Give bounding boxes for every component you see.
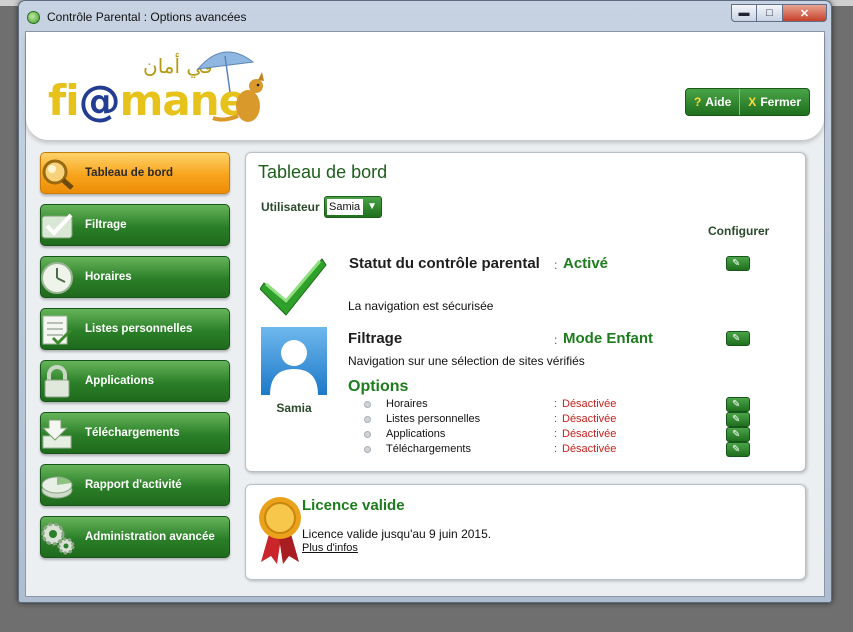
app-window: Contrôle Parental : Options avancées ▬ □… — [18, 0, 832, 603]
option-name: Applications — [386, 428, 446, 440]
logo-at: @ — [78, 76, 121, 125]
medal-icon — [259, 497, 301, 564]
sidebar-item-listes-personnelles[interactable]: Listes personnelles — [40, 308, 230, 350]
sidebar-item-rapport-activite[interactable]: Rapport d'activité — [40, 464, 230, 506]
sidebar-item-label: Administration avancée — [85, 531, 215, 543]
sidebar-item-label: Applications — [85, 375, 155, 387]
status-colon: : — [554, 258, 558, 272]
more-info-link[interactable]: Plus d'infos — [302, 542, 358, 554]
configure-filtering-button[interactable]: ✎ — [726, 331, 750, 346]
user-select-value: Samia — [327, 199, 363, 215]
gears-icon — [41, 522, 75, 555]
option-name: Listes personnelles — [386, 413, 481, 425]
help-label: Aide — [705, 95, 732, 109]
options-title: Options — [348, 378, 409, 395]
sidebar-item-label: Horaires — [85, 271, 132, 283]
status-checkmark-icon — [260, 258, 327, 316]
filtering-value: Mode Enfant — [563, 330, 653, 347]
dashboard-panel: Tableau de bord Utilisateur Samia ▼ Conf… — [245, 152, 806, 472]
option-colon: : — [554, 398, 558, 410]
download-icon — [41, 419, 72, 449]
status-value: Activé — [563, 255, 609, 272]
list-icon — [42, 315, 73, 346]
configure-telechargements-button[interactable]: ✎ — [726, 442, 750, 457]
window-title: Contrôle Parental : Options avancées — [47, 10, 247, 24]
filtering-description: Navigation sur une sélection de sites vé… — [348, 354, 585, 368]
avatar — [261, 327, 327, 395]
help-button[interactable]: ? Aide — [686, 89, 739, 115]
wrench-icon: ✎ — [732, 414, 741, 425]
sidebar-item-label: Rapport d'activité — [85, 479, 182, 491]
bullet-icon — [364, 416, 371, 423]
close-window-button[interactable]: ✕ — [783, 4, 827, 22]
help-icon: ? — [693, 95, 702, 109]
option-colon: : — [554, 428, 558, 440]
sidebar-item-label: Listes personnelles — [85, 323, 193, 335]
magnifier-icon — [42, 159, 74, 190]
option-state: Désactivée — [562, 398, 617, 410]
user-silhouette-icon — [270, 340, 318, 395]
sidebar-item-applications[interactable]: Applications — [40, 360, 230, 402]
licence-text: Licence valide jusqu'au 9 juin 2015. — [302, 527, 492, 541]
option-colon: : — [554, 443, 558, 455]
close-app-button[interactable]: X Fermer — [739, 89, 809, 115]
close-label: Fermer — [760, 95, 801, 109]
avatar-name: Samia — [276, 401, 312, 415]
configure-column-header: Configurer — [708, 224, 770, 238]
configure-listes-button[interactable]: ✎ — [726, 412, 750, 427]
licence-title: Licence valide — [302, 497, 405, 514]
minimize-button[interactable]: ▬ — [731, 4, 757, 22]
client-area: في أمان fi@mane ? Aide X Fermer Tableau … — [25, 31, 825, 597]
report-icon — [41, 476, 73, 499]
header-button-group: ? Aide X Fermer — [684, 88, 810, 116]
bullet-icon — [364, 431, 371, 438]
fiamane-logo: في أمان fi@mane — [48, 44, 278, 134]
user-select[interactable]: Samia ▼ — [324, 196, 382, 218]
sidebar-item-telechargements[interactable]: Téléchargements — [40, 412, 230, 454]
close-icon: X — [748, 95, 757, 109]
lock-icon — [44, 365, 70, 398]
wrench-icon: ✎ — [732, 399, 741, 410]
filtering-label: Filtrage — [348, 330, 403, 347]
sidebar-item-administration-avancee[interactable]: Administration avancée — [40, 516, 230, 558]
wrench-icon: ✎ — [732, 429, 741, 440]
maximize-button[interactable]: □ — [757, 4, 783, 22]
filtering-colon: : — [554, 333, 558, 347]
wrench-icon: ✎ — [732, 444, 741, 455]
option-state: Désactivée — [562, 413, 617, 425]
sidebar-item-label: Téléchargements — [85, 427, 180, 439]
configure-horaires-button[interactable]: ✎ — [726, 397, 750, 412]
check-icon — [41, 213, 73, 239]
option-name: Horaires — [386, 398, 428, 410]
sidebar-item-label: Filtrage — [85, 219, 127, 231]
sidebar-item-tableau-de-bord[interactable]: Tableau de bord — [40, 152, 230, 194]
page-title: Tableau de bord — [258, 162, 388, 182]
sidebar-item-label: Tableau de bord — [85, 167, 173, 179]
window-controls: ▬ □ ✕ — [731, 4, 827, 22]
option-colon: : — [554, 413, 558, 425]
status-description: La navigation est sécurisée — [348, 299, 494, 313]
wrench-icon: ✎ — [732, 258, 741, 269]
app-icon — [27, 11, 40, 24]
option-name: Téléchargements — [386, 443, 471, 455]
status-label: Statut du contrôle parental — [349, 255, 540, 272]
configure-status-button[interactable]: ✎ — [726, 256, 750, 271]
kangaroo-umbrella-icon — [196, 51, 264, 122]
bullet-icon — [364, 401, 371, 408]
app-header: في أمان fi@mane ? Aide X Fermer — [26, 32, 824, 140]
user-label: Utilisateur — [261, 200, 320, 214]
clock-icon — [41, 262, 73, 294]
sidebar-item-horaires[interactable]: Horaires — [40, 256, 230, 298]
configure-applications-button[interactable]: ✎ — [726, 427, 750, 442]
title-bar[interactable]: Contrôle Parental : Options avancées ▬ □… — [19, 1, 831, 31]
bullet-icon — [364, 446, 371, 453]
option-state: Désactivée — [562, 443, 617, 455]
sidebar-item-filtrage[interactable]: Filtrage — [40, 204, 230, 246]
sidebar-nav: Tableau de bord Filtrage Horaires Listes… — [40, 152, 230, 568]
logo-fi: fi — [48, 76, 80, 125]
option-state: Désactivée — [562, 428, 617, 440]
wrench-icon: ✎ — [732, 333, 741, 344]
chevron-down-icon: ▼ — [367, 201, 377, 212]
licence-panel: Licence valide Licence valide jusqu'au 9… — [245, 484, 806, 580]
